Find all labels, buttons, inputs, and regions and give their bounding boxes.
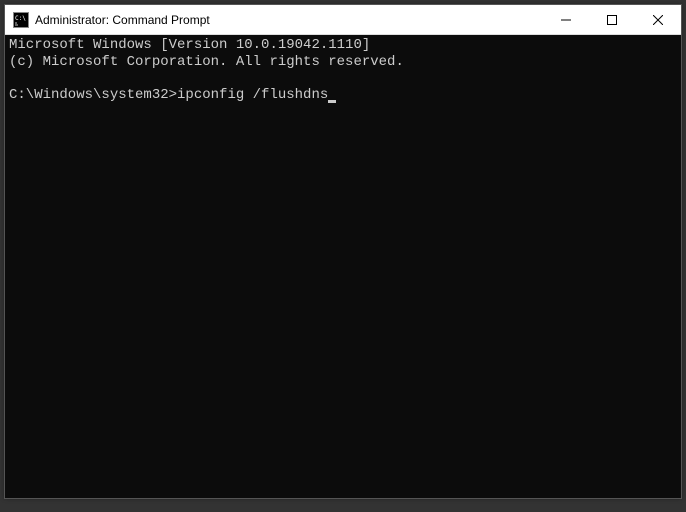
titlebar[interactable]: C:\ Administrator: Command Prompt xyxy=(5,5,681,35)
close-button[interactable] xyxy=(635,5,681,34)
command-text: ipconfig /flushdns xyxy=(177,87,328,103)
window-controls xyxy=(543,5,681,34)
terminal-area[interactable]: Microsoft Windows [Version 10.0.19042.11… xyxy=(5,35,681,498)
cmd-icon: C:\ xyxy=(13,12,29,28)
prompt-text: C:\Windows\system32> xyxy=(9,87,177,103)
svg-text:C:\: C:\ xyxy=(15,15,26,22)
command-prompt-window: C:\ Administrator: Command Prompt Micros… xyxy=(4,4,682,499)
copyright-line: (c) Microsoft Corporation. All rights re… xyxy=(9,54,404,70)
version-line: Microsoft Windows [Version 10.0.19042.11… xyxy=(9,37,370,53)
minimize-button[interactable] xyxy=(543,5,589,34)
maximize-button[interactable] xyxy=(589,5,635,34)
cursor xyxy=(328,100,336,103)
window-title: Administrator: Command Prompt xyxy=(35,13,543,27)
